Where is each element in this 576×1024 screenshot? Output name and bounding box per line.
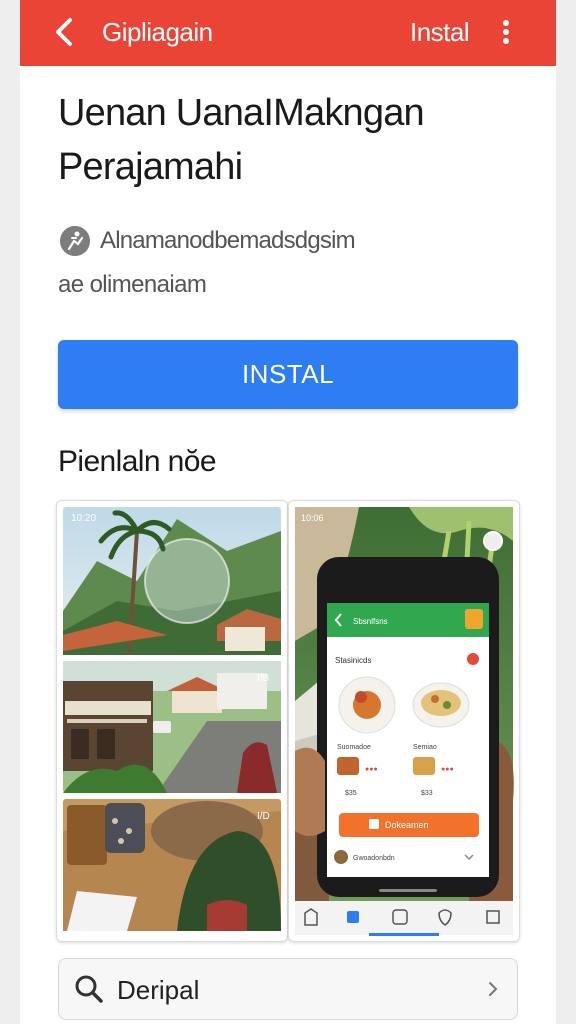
screenshot-1[interactable]: 10:20 I/B I/D: [56, 500, 288, 942]
top-bar-install-link[interactable]: Instal: [410, 17, 470, 47]
food-caption-2: Semiao: [413, 744, 437, 751]
phone-section-text: Stasinicds: [335, 656, 371, 665]
order-button-label: Dokeamen: [385, 820, 429, 830]
more-vert-icon[interactable]: [496, 14, 516, 50]
chevron-right-icon: [489, 982, 498, 996]
developer-logo-icon: [60, 226, 90, 256]
screenshot-2[interactable]: Sbsnlfsns Stasinicds Suomadoe Semiao ●●●…: [288, 500, 520, 942]
screenshot-1-photos: 10:20 I/B I/D: [63, 507, 281, 931]
svg-text:●●●: ●●●: [365, 766, 378, 773]
search-icon: [75, 975, 103, 1003]
app-title: Uenan UanaIMakngan Perajamahi: [58, 92, 425, 188]
screenshot-2-photo: Sbsnlfsns Stasinicds Suomadoe Semiao ●●●…: [295, 507, 514, 936]
install-button[interactable]: INSTAL: [58, 340, 518, 409]
price-2: $33: [421, 790, 433, 797]
screenshots-section-title: Pienlaln nŏe: [58, 445, 217, 478]
price-1: $35: [345, 790, 357, 797]
screenshot-2-status-time: 10:06: [301, 513, 324, 523]
food-caption-1: Suomadoe: [337, 744, 371, 751]
phone-row-text: Gwoadonbdn: [353, 855, 395, 862]
top-bar-title: Gipliagain: [102, 17, 213, 47]
developer-name[interactable]: Alnamanodbemadsdgsim: [100, 226, 356, 256]
top-app-bar: Gipliagain Instal: [20, 0, 556, 66]
search-bar[interactable]: Deripal: [58, 958, 518, 1020]
screenshot-1-badge-bottom: I/D: [257, 811, 270, 822]
app-page: Gipliagain Instal Uenan UanaIMakngan Per…: [20, 0, 556, 1024]
screenshot-1-badge-middle: I/B: [257, 673, 270, 684]
screenshot-1-status-time: 10:20: [71, 513, 96, 524]
search-label: Deripal: [117, 975, 200, 1005]
svg-text:●●●: ●●●: [441, 766, 454, 773]
back-arrow-icon[interactable]: [50, 14, 80, 50]
app-subtitle: ae olimenaiam: [58, 271, 207, 298]
phone-header-text: Sbsnlfsns: [353, 617, 388, 626]
